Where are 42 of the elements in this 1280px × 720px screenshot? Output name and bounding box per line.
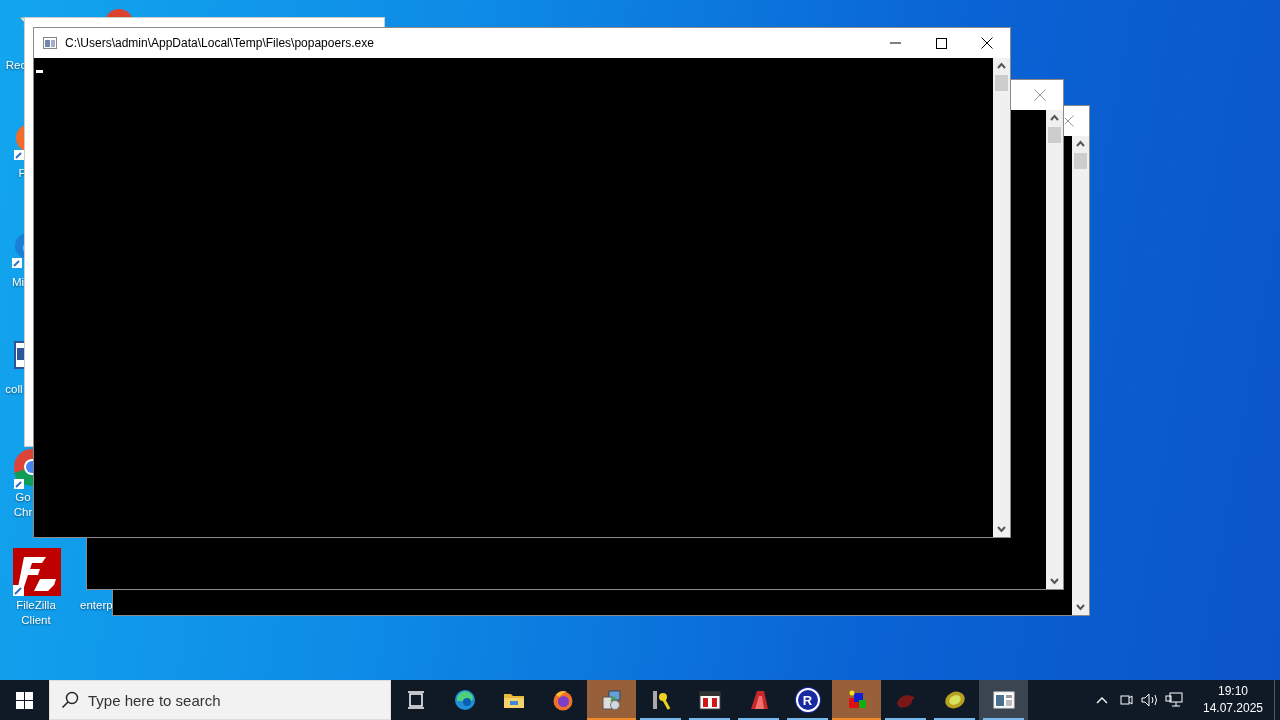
speaker-icon[interactable] bbox=[1141, 693, 1159, 707]
icon-label: Go bbox=[14, 490, 32, 505]
clock-date: 14.07.2025 bbox=[1202, 700, 1264, 717]
maximize-icon bbox=[935, 37, 947, 49]
icon-label: FileZilla bbox=[15, 598, 57, 613]
console-icon bbox=[992, 689, 1015, 711]
close-icon bbox=[981, 37, 993, 49]
kiwi-icon bbox=[943, 689, 966, 711]
filezilla-icon[interactable] bbox=[12, 547, 62, 597]
search-icon bbox=[61, 691, 79, 709]
text-cursor bbox=[36, 70, 43, 73]
windows-logo-icon bbox=[16, 691, 33, 709]
scroll-thumb[interactable] bbox=[995, 75, 1008, 91]
close-icon bbox=[1065, 115, 1074, 127]
calendar-icon bbox=[698, 689, 721, 711]
icon-label: Client bbox=[20, 613, 52, 628]
camera-icon[interactable] bbox=[1119, 692, 1133, 708]
app-icon: R bbox=[795, 688, 820, 712]
installer-icon bbox=[600, 689, 623, 711]
icon-label: Chr bbox=[13, 505, 33, 520]
scrollbar[interactable] bbox=[1072, 136, 1089, 615]
search-field[interactable]: Type here to search bbox=[49, 680, 391, 720]
scrollbar[interactable] bbox=[1046, 110, 1063, 589]
chevron-up-icon[interactable] bbox=[1096, 696, 1108, 704]
clock[interactable]: 19:10 14.07.2025 bbox=[1194, 683, 1272, 717]
window-title: C:\Users\admin\AppData\Local\Temp\Files\popapoers.exe bbox=[65, 36, 375, 50]
icon-label: enterp bbox=[80, 598, 112, 613]
minimize-icon bbox=[889, 42, 901, 44]
browser-icon bbox=[453, 689, 476, 711]
scroll-thumb[interactable] bbox=[1074, 153, 1087, 169]
network-icon[interactable] bbox=[1165, 692, 1183, 708]
icon-label: Rec bbox=[5, 58, 27, 73]
scrollbar[interactable] bbox=[993, 58, 1010, 537]
console-icon bbox=[43, 37, 57, 49]
icon-label: Mi bbox=[10, 275, 26, 290]
browser-icon bbox=[551, 689, 574, 711]
scroll-thumb[interactable] bbox=[1048, 127, 1061, 143]
taskbar-button[interactable] bbox=[979, 680, 1028, 720]
close-icon bbox=[1034, 89, 1046, 101]
clock-time: 19:10 bbox=[1218, 683, 1248, 700]
icon-label: coll bbox=[4, 382, 24, 397]
taskbar-button[interactable]: R bbox=[783, 680, 832, 720]
